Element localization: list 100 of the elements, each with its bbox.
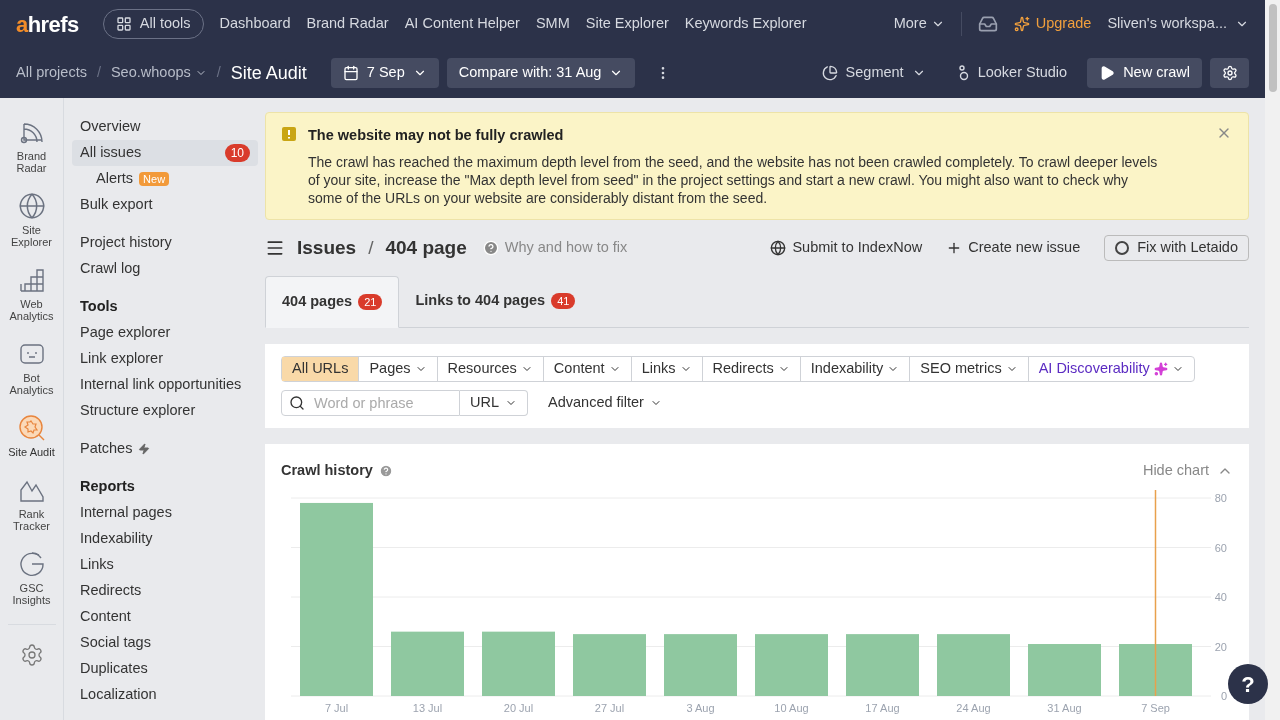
globe-icon <box>17 192 46 220</box>
sidebar-item[interactable]: Redirects <box>72 578 258 604</box>
nav-link[interactable]: AI Content Helper <box>404 13 520 35</box>
x-tick-label: 10 Aug <box>774 701 809 714</box>
rail-item[interactable]: Web Analytics <box>5 266 58 322</box>
sidebar-item[interactable]: Internal pages <box>72 500 258 526</box>
rail-item[interactable]: Rank Tracker <box>5 476 58 532</box>
action-button[interactable]: Create new issue <box>946 236 1081 259</box>
filter-segment[interactable]: SEO metrics <box>909 356 1028 381</box>
advanced-filter-button[interactable]: Advanced filter <box>548 391 662 414</box>
hide-chart-button[interactable]: Hide chart <box>1142 459 1233 482</box>
compare-button[interactable]: Compare with: 31 Aug <box>446 58 636 88</box>
sidebar-item[interactable]: Bulk export <box>72 192 258 218</box>
y-tick-label: 60 <box>1214 541 1227 553</box>
x-tick-label: 27 Jul <box>594 701 625 714</box>
fix-button[interactable]: Fix with Letaido <box>1104 234 1249 261</box>
sidebar-item[interactable]: Patches <box>72 436 258 462</box>
sidebar-item[interactable]: Crawl log <box>72 256 258 282</box>
search-field[interactable]: Word or phrase <box>281 389 460 416</box>
nav-link[interactable]: Dashboard <box>219 13 291 35</box>
banner-text: The crawl has reached the maximum depth level from the seed, and the website has not been crawled completely. To crawl deeper levels of your site, increase the "Max depth level from seed" in the project settings and start a new crawl. You might also want to check why some of the URLs on your website are considerably distant from the seed. <box>308 152 1159 207</box>
g-letter-icon <box>17 550 46 578</box>
sparkles-icon <box>1013 16 1030 32</box>
x-tick-label: 20 Jul <box>503 701 534 714</box>
rail-item[interactable]: Brand Radar <box>5 118 58 174</box>
settings-icon[interactable] <box>19 643 44 667</box>
rail-item[interactable]: Bot Analytics <box>5 340 58 396</box>
banner-title: The website may not be fully crawled <box>308 126 565 145</box>
calendar-icon <box>342 65 359 81</box>
card-title: Crawl history <box>281 460 373 480</box>
inbox-icon[interactable] <box>977 14 998 34</box>
x-tick-label: 17 Aug <box>865 701 900 714</box>
sidebar-item[interactable]: Indexability <box>72 526 258 552</box>
sidebar-item[interactable]: Structure explorer <box>72 398 258 424</box>
rail-item[interactable]: Site Audit <box>5 414 58 458</box>
breadcrumb-separator: / <box>96 63 101 83</box>
new-tag: New <box>139 172 170 186</box>
upgrade-button[interactable]: Upgrade <box>1013 13 1092 35</box>
sparkles-icon <box>1153 361 1168 376</box>
filter-segment[interactable]: Links <box>630 356 702 381</box>
filter-segment[interactable]: Indexability <box>799 356 910 381</box>
rail-item[interactable]: Site Explorer <box>5 192 58 248</box>
tab[interactable]: 404 pages 21 <box>265 275 400 328</box>
filter-segment[interactable]: All URLs <box>282 356 359 381</box>
action-button[interactable]: Submit to IndexNow <box>770 236 923 259</box>
segment-button[interactable]: Segment <box>821 62 926 84</box>
nav-link[interactable]: Brand Radar <box>306 13 389 35</box>
section-heading: Tools <box>79 297 119 317</box>
issue-title: 404 page <box>385 235 467 260</box>
x-tick-label: 24 Aug <box>956 701 991 714</box>
sidebar-item[interactable]: Localization <box>72 682 258 708</box>
workspace-menu[interactable]: Sliven's workspa... <box>1107 13 1249 35</box>
y-tick-label: 0 <box>1220 689 1227 702</box>
looker-studio-button[interactable]: Looker Studio <box>957 62 1068 84</box>
nav-link[interactable]: SMM <box>535 13 570 35</box>
bar-chart-icon <box>17 266 46 294</box>
x-tick-label: 3 Aug <box>686 701 715 714</box>
date-button[interactable]: 7 Sep <box>330 58 439 88</box>
settings-icon <box>1221 65 1238 81</box>
url-select[interactable]: URL <box>460 389 528 416</box>
filter-segment[interactable]: Resources <box>436 356 543 381</box>
count-badge: 21 <box>358 293 383 310</box>
scrollbar[interactable] <box>1265 0 1280 720</box>
sidebar-item[interactable]: Link explorer <box>72 346 258 372</box>
sidebar-item[interactable]: All issues 10 <box>72 140 258 166</box>
help-icon[interactable] <box>378 463 393 478</box>
sidebar-item[interactable]: Overview <box>72 114 258 140</box>
grid-icon <box>115 16 132 32</box>
sidebar-item[interactable]: Alerts New <box>72 166 258 192</box>
count-badge: 10 <box>224 144 250 162</box>
filter-segment[interactable]: Redirects <box>701 356 800 381</box>
help-icon <box>482 239 499 256</box>
logo[interactable]: ahrefs <box>16 7 79 41</box>
filter-segment[interactable]: Pages <box>358 356 437 381</box>
nav-link[interactable]: Site Explorer <box>585 13 669 35</box>
sidebar-item[interactable]: Social tags <box>72 630 258 656</box>
sidebar-item[interactable]: Content <box>72 604 258 630</box>
sidebar-item[interactable]: Internal link opportunities <box>72 372 258 398</box>
y-tick-label: 40 <box>1214 590 1227 603</box>
sidebar-item[interactable]: Project history <box>72 230 258 256</box>
nav-link[interactable]: Keywords Explorer <box>684 13 807 35</box>
sidebar-item[interactable]: Links <box>72 552 258 578</box>
globe-icon <box>770 239 787 256</box>
issues-link[interactable]: Issues <box>297 233 357 262</box>
x-tick-label: 31 Aug <box>1047 701 1082 714</box>
settings-button[interactable] <box>1210 58 1249 88</box>
filter-segment[interactable]: AI Discoverability <box>1027 356 1194 381</box>
breadcrumb-link[interactable]: Seo.whoops <box>110 62 207 84</box>
breadcrumb-link[interactable]: All projects <box>16 62 87 84</box>
rail-item[interactable]: GSC Insights <box>5 550 58 606</box>
sidebar-item[interactable]: Page explorer <box>72 320 258 346</box>
new-crawl-button[interactable]: New crawl <box>1087 58 1202 88</box>
y-tick-label: 20 <box>1214 640 1227 652</box>
play-icon <box>1099 65 1116 81</box>
section-heading: Reports <box>79 477 136 497</box>
tab[interactable]: Links to 404 pages 41 <box>399 275 592 327</box>
filter-segment[interactable]: Content <box>542 356 631 381</box>
search-icon <box>289 394 305 411</box>
more-menu[interactable]: More <box>893 13 945 35</box>
sidebar-item[interactable]: Duplicates <box>72 656 258 682</box>
